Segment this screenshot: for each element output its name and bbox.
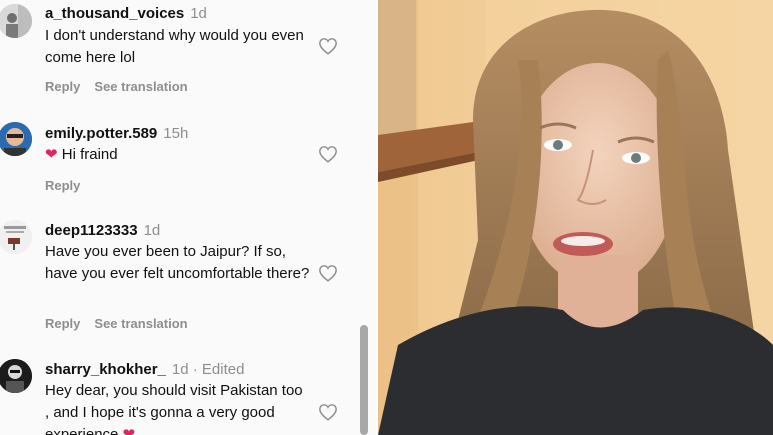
comment-time: 1d <box>190 5 207 22</box>
comment-time: 15h <box>163 125 189 142</box>
comment-username[interactable]: deep1123333 1d <box>45 222 160 239</box>
comment-actions: Reply See translation <box>45 316 202 331</box>
heart-emoji: ❤ <box>45 146 58 163</box>
avatar[interactable] <box>0 4 32 38</box>
heart-emoji: ❤ <box>122 426 136 435</box>
see-translation-button[interactable]: See translation <box>94 79 187 94</box>
reply-button[interactable]: Reply <box>45 79 80 94</box>
video-frame <box>378 0 773 435</box>
comment-time: 1d <box>143 222 161 239</box>
video-image <box>378 0 773 435</box>
comment-text: Hey dear, you should visit Pakistan too … <box>45 380 310 435</box>
comment-text: Have you ever been to Jaipur? If so, hav… <box>45 243 310 282</box>
avatar[interactable] <box>0 220 32 254</box>
comment-actions: Reply See translation <box>45 79 202 94</box>
comment-username[interactable]: sharry_khokher_ 1d · Edited <box>45 361 244 378</box>
like-heart-icon[interactable] <box>318 37 338 55</box>
comment-text: ❤ Hi fraind <box>45 146 118 163</box>
comments-panel: a_thousand_voices 1d I don't understand w… <box>0 0 376 435</box>
like-heart-icon[interactable] <box>318 145 338 163</box>
reply-button[interactable]: Reply <box>45 178 80 193</box>
like-heart-icon[interactable] <box>318 264 338 282</box>
scrollbar-thumb[interactable] <box>360 325 368 435</box>
avatar[interactable] <box>0 359 32 393</box>
comment-time: 1d · Edited <box>171 361 245 378</box>
avatar[interactable] <box>0 122 32 156</box>
comment-text: I don't understand why would you even co… <box>45 27 304 66</box>
comment-actions: Reply <box>45 178 94 193</box>
comment-username[interactable]: a_thousand_voices 1d <box>45 5 207 22</box>
like-heart-icon[interactable] <box>318 403 338 421</box>
reply-button[interactable]: Reply <box>45 316 80 331</box>
comment-username[interactable]: emily.potter.589 15h <box>45 125 188 142</box>
see-translation-button[interactable]: See translation <box>94 316 187 331</box>
